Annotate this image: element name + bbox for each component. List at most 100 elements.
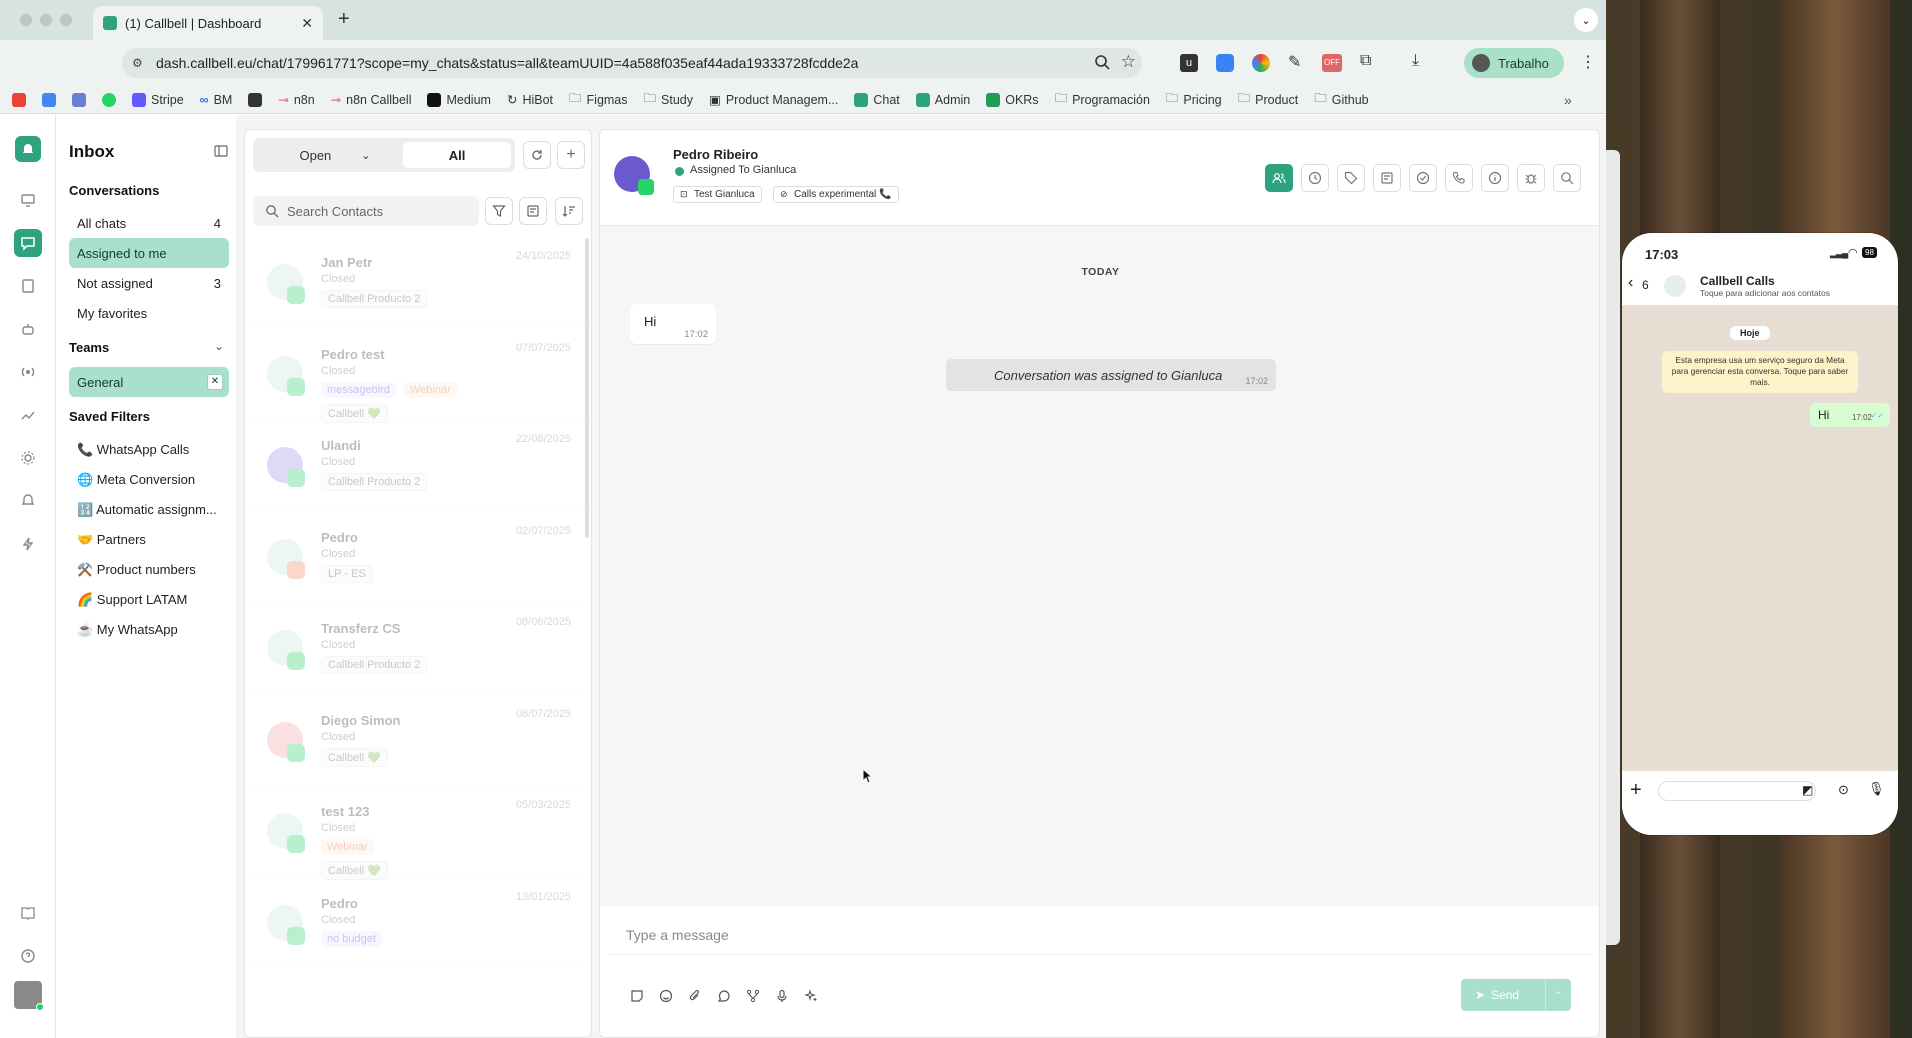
new-tab-icon[interactable]: + [338,8,350,31]
bookmark-medium[interactable]: Medium [427,92,491,107]
microphone-icon[interactable] [775,989,789,1003]
flow-icon[interactable] [746,989,760,1003]
zoom-window-button[interactable] [60,14,72,26]
camera-icon[interactable]: ⊙ [1838,782,1849,798]
broadcast-icon[interactable] [20,364,36,380]
translate-bookmark[interactable] [72,92,86,107]
snooze-button[interactable] [1301,164,1329,192]
filter-automatic-assignment[interactable]: 🔢 Automatic assignm... [69,495,229,525]
teams-chevron-icon[interactable]: ⌄ [214,339,224,353]
contact-tag[interactable]: ⊘ Calls experimental 📞 [773,186,899,203]
bookmark-n8n[interactable]: ⊸ n8n [278,92,314,108]
chat-row[interactable]: test 123 Closed 05/03/2025 Webinar Callbell … [245,785,591,880]
filter-meta-conversion[interactable]: 🌐 Meta Conversion [69,465,229,495]
send-options-icon[interactable]: ⌃ [1545,979,1571,1011]
profile-button[interactable]: Trabalho [1464,48,1564,78]
send-button[interactable]: ➤ Send ⌃ [1461,979,1571,1011]
call-button[interactable] [1445,164,1473,192]
tab-search-icon[interactable]: ⌄ [1574,8,1598,32]
extensions-puzzle-icon[interactable]: ⧉ [1360,52,1371,70]
sticker-icon[interactable]: ◩ [1802,783,1813,797]
browser-menu-icon[interactable]: ⋮ [1580,52,1596,72]
filter-partners[interactable]: 🤝 Partners [69,525,229,555]
back-chevron-icon[interactable]: ‹ [1628,274,1633,292]
chat-row[interactable]: Pedro Closed 02/07/2025 LP - ES [245,511,591,602]
chat-row[interactable]: Jan Petr Closed 24/10/2025 Callbell Product… [245,236,591,328]
outgoing-message[interactable]: Hi 17:02 ✓✓ [1810,403,1890,427]
zoom-icon[interactable] [1094,54,1110,70]
clear-team-icon[interactable]: ✕ [207,374,223,390]
assign-button[interactable] [1265,164,1293,192]
integrations-icon[interactable] [20,536,36,552]
search-messages-button[interactable] [1553,164,1581,192]
status-select[interactable]: Open ⌄ [261,138,409,172]
emoji-icon[interactable] [659,989,673,1003]
dashboard-icon[interactable] [20,192,36,208]
calendar-bookmark[interactable] [42,92,56,107]
help-icon[interactable] [20,948,36,964]
chat-list-scrollbar[interactable] [585,238,589,538]
chat-row[interactable]: Diego Simon Closed 08/07/2025 Callbell 💚 [245,694,591,785]
security-notice[interactable]: Esta empresa usa um serviço seguro da Me… [1662,351,1858,393]
filter-product-numbers[interactable]: ⚒️ Product numbers [69,555,229,585]
refresh-button[interactable] [523,141,551,169]
close-window-button[interactable] [20,14,32,26]
nav-assigned-to-me[interactable]: Assigned to me [69,238,229,268]
bookmark-okrs[interactable]: OKRs [986,92,1039,107]
nav-not-assigned[interactable]: Not assigned 3 [69,268,229,298]
u-bookmark[interactable] [248,92,263,107]
site-info-icon[interactable]: ⚙ [132,56,143,70]
bookmark-product[interactable]: 🗀 Product [1238,89,1299,110]
attachment-icon[interactable] [688,989,702,1003]
sort-button[interactable] [555,197,583,225]
chat-row[interactable]: Pedro test Closed 07/07/2025 messagebird Web… [245,328,591,423]
bookmark-n8n-callbell[interactable]: ⊸ n8n Callbell [331,92,412,108]
chat-row[interactable]: Pedro Closed 13/01/2025 no budget [245,877,591,968]
callbell-logo-icon[interactable] [15,136,41,162]
scope-all-tab[interactable]: All [403,142,511,168]
phone-message-input[interactable] [1658,781,1816,801]
bookmark-study[interactable]: 🗀 Study [644,89,693,110]
extension-u-icon[interactable]: u [1180,54,1198,72]
phone-contact-name[interactable]: Callbell Calls [1700,274,1775,288]
filter-support-latam[interactable]: 🌈 Support LATAM [69,585,229,615]
contacts-icon[interactable] [20,278,36,294]
search-contacts-input[interactable]: Search Contacts [253,196,479,226]
bookmark-stripe[interactable]: Stripe [132,92,184,107]
extension-color-icon[interactable] [1252,54,1270,72]
gmail-bookmark[interactable] [12,92,26,107]
contact-avatar[interactable] [1664,275,1686,297]
chat-nav-icon[interactable] [14,229,42,257]
notifications-icon[interactable] [20,493,36,509]
downloads-icon[interactable]: ⤓ [1412,52,1419,70]
bookmark-figmas[interactable]: 🗀 Figmas [569,89,628,110]
template-button[interactable] [519,197,547,225]
bookmark-hibot[interactable]: ↻ HiBot [507,92,553,108]
more-bookmarks-icon[interactable]: » [1564,92,1572,108]
contact-tag[interactable]: ⊡ Test Gianluca [673,186,762,203]
chat-row[interactable]: Transferz CS Closed 08/06/2025 Callbell Pro… [245,602,591,694]
bookmark-admin[interactable]: Admin [915,92,970,107]
bookmark-product-management[interactable]: ▣ Product Managem... [709,92,838,108]
info-button[interactable] [1481,164,1509,192]
nav-my-favorites[interactable]: My favorites [69,298,229,328]
extension-gear-icon[interactable] [1216,54,1234,72]
docs-icon[interactable] [20,905,36,921]
filter-whatsapp-calls[interactable]: 📞 WhatsApp Calls [69,435,229,465]
message-input[interactable]: Type a message [608,913,1593,955]
bot-icon[interactable] [20,321,36,337]
address-bar[interactable]: ⚙ dash.callbell.eu/chat/179961771?scope=… [122,48,1142,78]
collapse-sidebar-icon[interactable] [214,144,228,158]
incoming-message[interactable]: Hi 17:02 [630,304,716,344]
ai-sparkle-icon[interactable] [804,989,818,1003]
bookmark-programacion[interactable]: 🗀 Programación [1055,89,1150,110]
nav-all-chats[interactable]: All chats 4 [69,208,229,238]
note-icon[interactable] [630,989,644,1003]
analytics-icon[interactable] [20,407,36,423]
tag-button[interactable] [1337,164,1365,192]
extension-off-icon[interactable]: OFF [1322,54,1342,72]
bookmark-github[interactable]: 🗀 Github [1314,89,1368,110]
close-tab-icon[interactable]: ✕ [301,15,313,32]
resolve-button[interactable] [1409,164,1437,192]
microphone-icon[interactable]: 🎙 [1868,781,1885,797]
